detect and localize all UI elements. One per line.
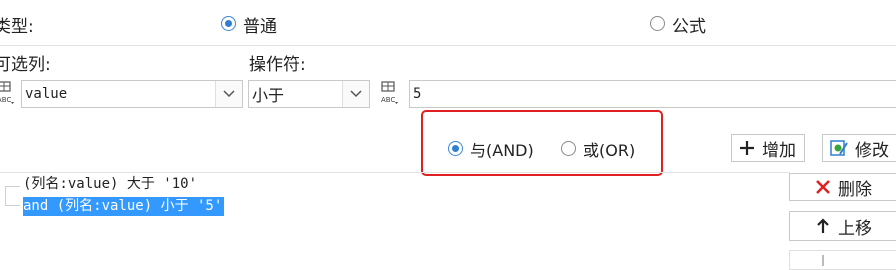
plus-icon [740, 141, 754, 155]
column-combo[interactable]: value [21, 80, 243, 108]
radio-and-label[interactable]: 与(AND) [470, 137, 534, 161]
condition-item-selected[interactable]: and (列名:value) 小于 '5' [23, 197, 225, 216]
condition-item[interactable]: (列名:value) 大于 '10' [23, 175, 197, 194]
radio-formula-label[interactable]: 公式 [672, 12, 706, 37]
value-input-text: 5 [413, 86, 422, 102]
delete-icon [816, 180, 830, 194]
move-up-button-label: 上移 [838, 218, 872, 239]
radio-or[interactable] [561, 141, 576, 156]
move-up-button[interactable]: 上移 [789, 211, 896, 241]
chevron-down-icon[interactable] [342, 81, 369, 107]
delete-button-label: 删除 [838, 179, 872, 200]
column-label: 可选列: [0, 55, 51, 75]
svg-text:ABC: ABC [381, 96, 395, 104]
edit-icon [830, 140, 848, 156]
delete-button[interactable]: 删除 [789, 173, 896, 201]
radio-formula[interactable] [650, 16, 665, 31]
divider [0, 45, 896, 46]
chevron-down-icon[interactable] [215, 81, 242, 107]
svg-text:ABC: ABC [0, 96, 11, 104]
move-down-button[interactable] [789, 250, 896, 270]
add-button-label: 增加 [762, 140, 796, 161]
operator-combo-value: 小于 [252, 86, 285, 105]
tree-connector [5, 186, 20, 206]
type-label: 类型: [0, 17, 34, 37]
operator-label: 操作符: [249, 55, 306, 75]
radio-and[interactable] [448, 141, 463, 156]
radio-normal[interactable] [221, 16, 236, 31]
condition-list[interactable]: (列名:value) 大于 '10' and (列名:value) 小于 '5' [0, 173, 786, 261]
data-type-icon[interactable]: ABC [0, 80, 18, 106]
radio-normal-label[interactable]: 普通 [243, 12, 277, 37]
column-combo-value: value [25, 86, 68, 102]
radio-or-label[interactable]: 或(OR) [583, 137, 635, 161]
add-button[interactable]: 增加 [731, 134, 805, 162]
value-type-icon[interactable]: ABC [380, 80, 402, 106]
modify-button-label: 修改 [855, 140, 889, 161]
arrow-up-icon [817, 218, 829, 233]
arrow-down-icon [822, 255, 824, 266]
modify-button[interactable]: 修改 [822, 134, 896, 162]
operator-combo[interactable]: 小于 [248, 80, 370, 108]
value-input[interactable]: 5 [409, 80, 896, 108]
